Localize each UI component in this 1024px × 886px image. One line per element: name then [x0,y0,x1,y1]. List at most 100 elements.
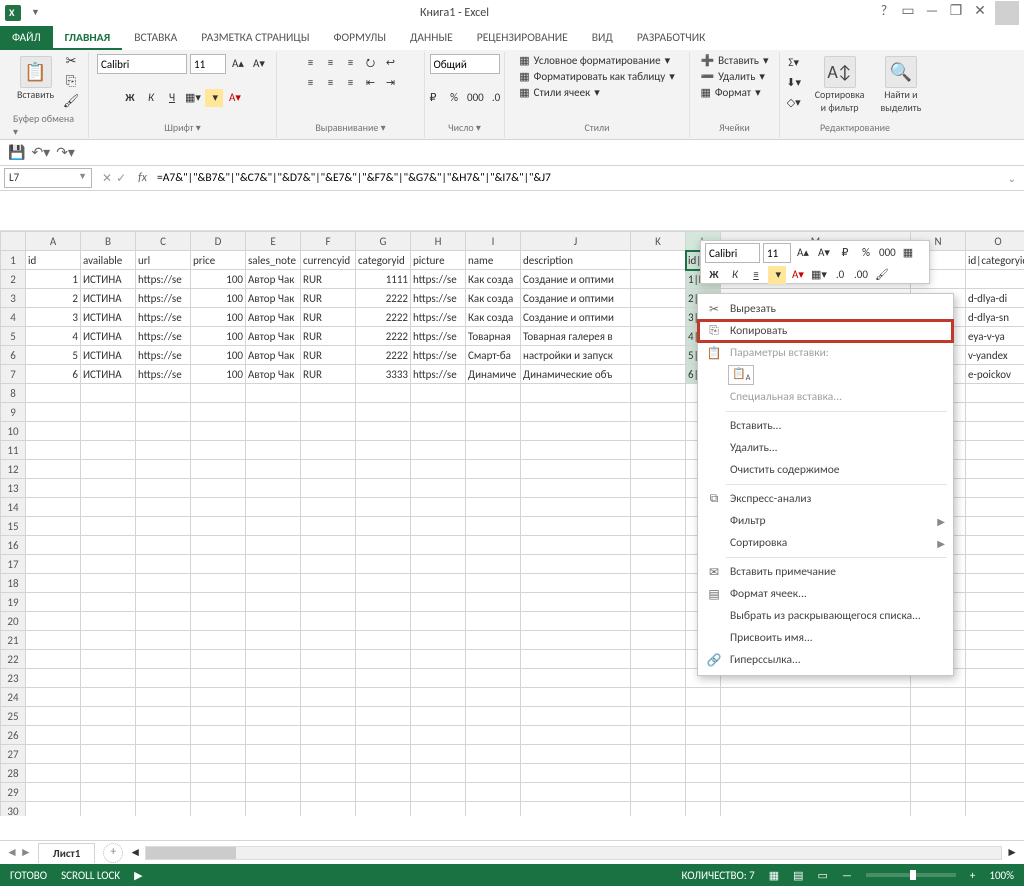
cell[interactable] [246,536,301,555]
row-header[interactable]: 13 [1,479,26,498]
col-header-K[interactable]: K [631,232,686,251]
cell[interactable]: price [191,251,246,270]
cell[interactable] [411,593,466,612]
cell[interactable] [191,479,246,498]
mini-painter-icon[interactable]: 🖌 [873,266,891,284]
undo-icon[interactable]: ↶▾ [31,144,50,161]
cell[interactable] [631,726,686,745]
row-header[interactable]: 6 [1,346,26,365]
mini-italic-button[interactable]: К [726,266,744,284]
cell[interactable] [136,517,191,536]
account-icon[interactable] [995,1,1019,25]
cell[interactable] [466,669,521,688]
row-header[interactable]: 29 [1,783,26,802]
name-box[interactable]: L7▼ [4,168,92,188]
cell[interactable]: picture [411,251,466,270]
cell[interactable]: RUR [301,327,356,346]
cell[interactable] [191,441,246,460]
mini-dec1-icon[interactable]: .0 [831,266,849,284]
cell[interactable] [301,707,356,726]
cell[interactable]: 5 [26,346,81,365]
cell[interactable] [911,688,966,707]
cell[interactable] [191,707,246,726]
ctx-item[interactable]: Удалить... [698,437,953,459]
mini-align-icon[interactable]: ≡ [747,266,765,284]
cell[interactable]: 1 [26,270,81,289]
cell[interactable] [301,498,356,517]
cell[interactable] [246,479,301,498]
mini-fontcolor-icon[interactable]: A▾ [789,266,807,284]
mini-dec-font-icon[interactable]: A▾ [815,244,833,262]
sheet-first-icon[interactable]: ◄ [6,845,18,860]
row-header[interactable]: 22 [1,650,26,669]
cell[interactable] [466,517,521,536]
cell[interactable] [721,745,911,764]
cell[interactable] [301,745,356,764]
cell[interactable] [966,593,1024,612]
font-name-select[interactable] [97,54,187,74]
fx-icon[interactable]: fx [132,171,153,185]
cell[interactable] [191,650,246,669]
cell[interactable] [26,536,81,555]
row-header[interactable]: 16 [1,536,26,555]
cell[interactable] [26,745,81,764]
cell[interactable] [411,441,466,460]
cell[interactable]: ИСТИНА [81,308,136,327]
col-header-H[interactable]: H [411,232,466,251]
cell[interactable]: Товарная галерея в [521,327,631,346]
cell[interactable] [356,783,411,802]
cell[interactable] [26,802,81,817]
cell[interactable] [356,726,411,745]
format-table-button[interactable]: ▦Форматировать как таблицу ▾ [519,70,674,83]
cell[interactable] [136,745,191,764]
cell[interactable] [521,403,631,422]
mini-size-select[interactable] [763,243,791,263]
insert-cells-button[interactable]: ➕Вставить ▾ [700,54,768,67]
cell[interactable] [246,783,301,802]
cell[interactable] [521,802,631,817]
cell[interactable] [966,384,1024,403]
cell[interactable] [26,688,81,707]
cell[interactable] [81,384,136,403]
cell[interactable] [246,441,301,460]
cell[interactable] [191,726,246,745]
cell[interactable]: Как созда [466,308,521,327]
cell[interactable] [966,612,1024,631]
cell[interactable] [631,270,686,289]
cell[interactable] [301,764,356,783]
cell[interactable] [81,422,136,441]
cell[interactable] [631,498,686,517]
cell[interactable] [301,422,356,441]
cell[interactable] [246,707,301,726]
align-right-icon[interactable]: ≡ [342,74,360,92]
cell[interactable] [191,498,246,517]
row-header[interactable]: 18 [1,574,26,593]
cell[interactable] [631,460,686,479]
cell[interactable]: RUR [301,308,356,327]
cell[interactable]: Как созда [466,270,521,289]
cell[interactable]: 4 [26,327,81,346]
cell[interactable] [191,802,246,817]
cell[interactable] [721,726,911,745]
col-header-A[interactable]: A [26,232,81,251]
cell[interactable] [911,802,966,817]
cell[interactable] [521,726,631,745]
percent-icon[interactable]: % [445,89,463,107]
cell[interactable]: Создание и оптими [521,289,631,308]
cell[interactable] [191,764,246,783]
cell[interactable] [246,384,301,403]
close-icon[interactable]: ✕ [971,4,989,22]
cell[interactable] [356,555,411,574]
cell[interactable] [631,365,686,384]
row-header[interactable]: 15 [1,517,26,536]
mini-000-icon[interactable]: 000 [878,244,896,262]
cell[interactable] [466,802,521,817]
cell[interactable] [521,422,631,441]
tab-data[interactable]: ДАННЫЕ [398,26,465,50]
cell[interactable] [631,707,686,726]
cell[interactable]: ИСТИНА [81,270,136,289]
cell[interactable]: ИСТИНА [81,327,136,346]
mini-font-select[interactable] [705,243,760,263]
cell[interactable] [191,783,246,802]
cell[interactable]: v-yandex [966,346,1024,365]
